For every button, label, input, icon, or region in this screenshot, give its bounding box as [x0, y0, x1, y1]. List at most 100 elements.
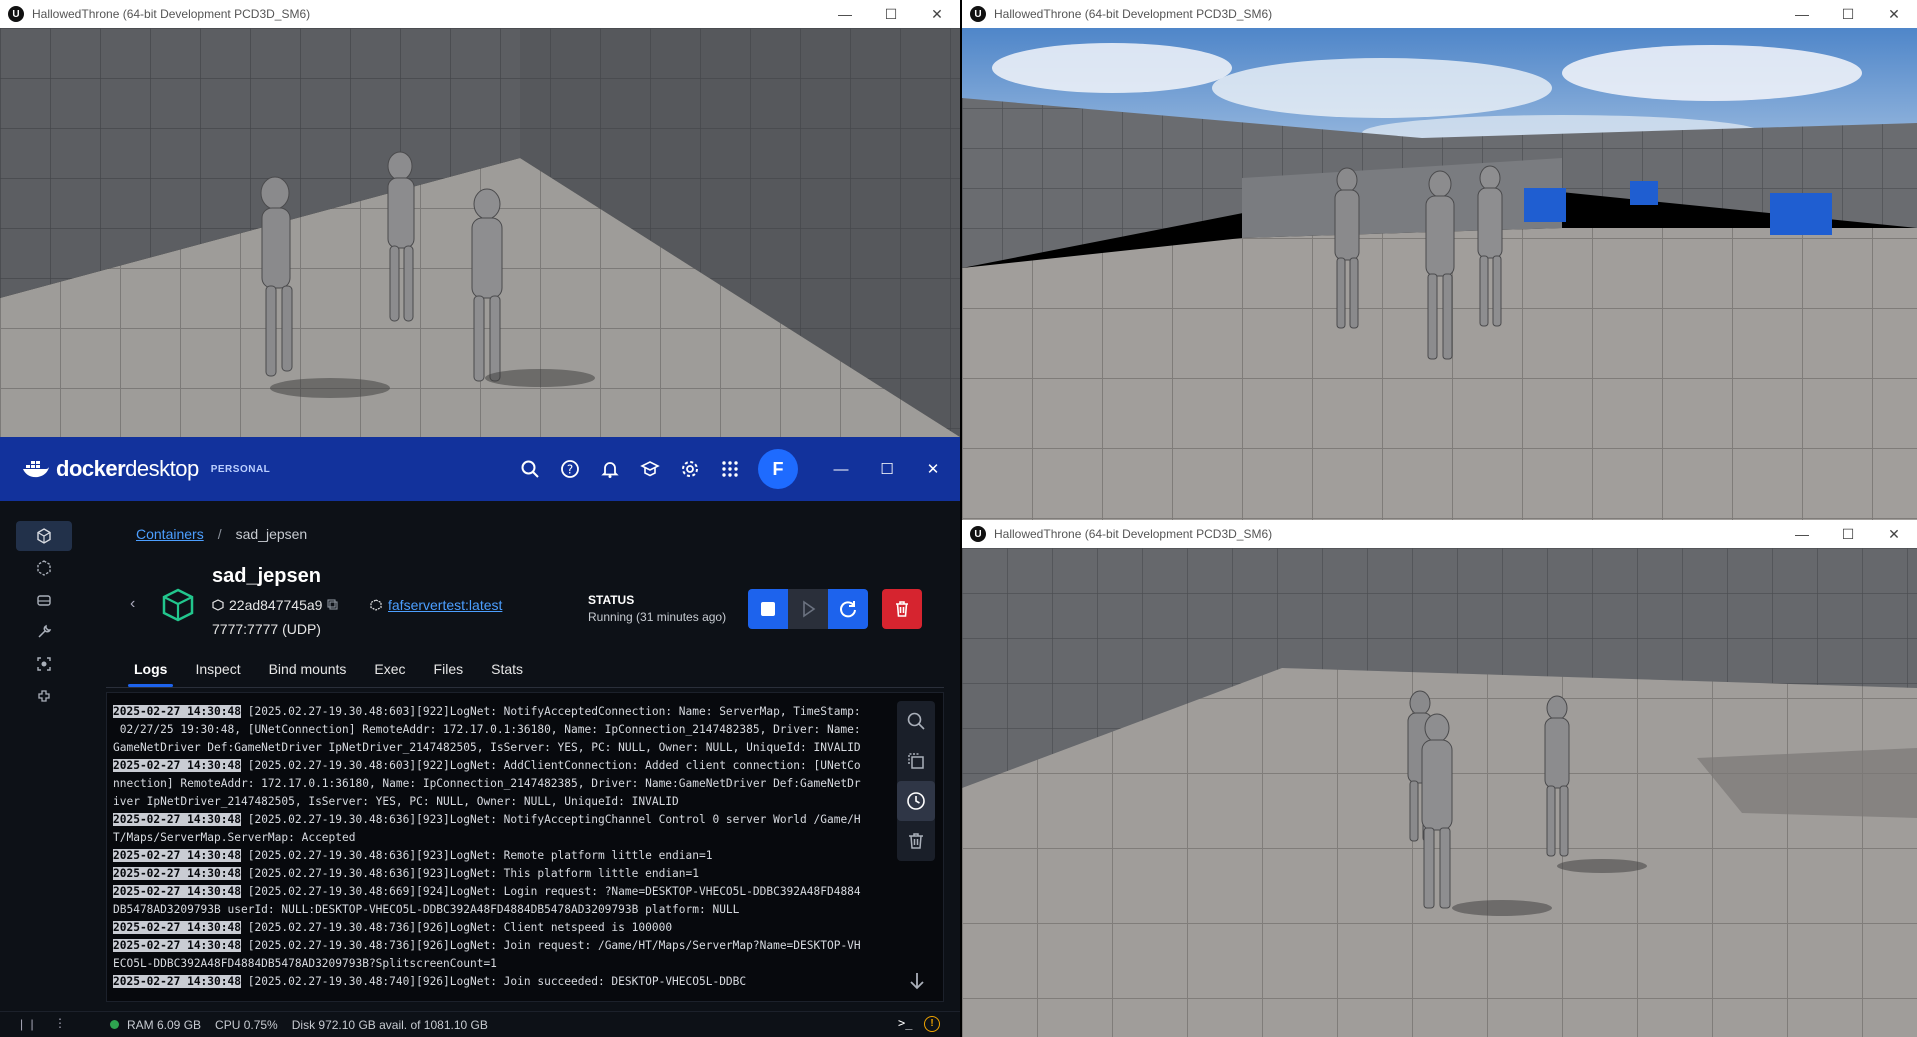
disk-usage: Disk 972.10 GB avail. of 1081.10 GB	[291, 1018, 488, 1032]
help-icon[interactable]: ?	[550, 449, 590, 489]
breadcrumb-containers-link[interactable]: Containers	[136, 526, 204, 542]
log-timestamp: 2025-02-27 14:30:48	[113, 849, 241, 862]
notification-warning-icon[interactable]: !	[924, 1016, 940, 1032]
restart-icon	[840, 601, 856, 618]
learning-center-icon[interactable]	[630, 449, 670, 489]
containers-icon	[37, 528, 51, 544]
sidebar-item-images[interactable]	[16, 553, 72, 583]
maximize-button[interactable]: ☐	[1825, 0, 1871, 28]
game-window-top-left[interactable]: U HallowedThrone (64-bit Development PCD…	[0, 0, 960, 437]
game-viewport[interactable]	[0, 28, 960, 437]
log-line: 2025-02-27 14:30:48 [2025.02.27-19.30.48…	[113, 919, 899, 937]
game-scene	[962, 28, 1917, 520]
extensions-icon	[37, 657, 51, 671]
more-options-icon[interactable]: ⋮	[54, 1016, 66, 1030]
stop-button[interactable]	[748, 589, 788, 629]
titlebar[interactable]: U HallowedThrone (64-bit Development PCD…	[962, 0, 1917, 28]
container-id: 22ad847745a9	[229, 597, 323, 613]
scroll-to-bottom-icon[interactable]	[905, 969, 929, 993]
apps-grid-icon[interactable]	[710, 449, 750, 489]
log-timestamp: 2025-02-27 14:30:48	[113, 813, 241, 826]
tab-inspect[interactable]: Inspect	[181, 655, 254, 687]
close-button[interactable]: ✕	[910, 460, 956, 478]
engine-pause-icon[interactable]: | |	[20, 1017, 36, 1031]
log-line: iver IpNetDriver_2147482505, IsServer: Y…	[113, 793, 899, 811]
tab-exec[interactable]: Exec	[360, 655, 419, 687]
close-button[interactable]: ✕	[914, 0, 960, 28]
blue-cube	[1524, 188, 1566, 222]
sidebar-item-extensions[interactable]	[16, 649, 72, 679]
window-title: HallowedThrone (64-bit Development PCD3D…	[32, 7, 311, 21]
tab-bind-mounts[interactable]: Bind mounts	[255, 655, 361, 687]
copy-logs-button[interactable]	[897, 741, 935, 781]
minimize-button[interactable]: —	[1779, 0, 1825, 28]
engine-status-dot	[110, 1020, 119, 1029]
log-output[interactable]: 2025-02-27 14:30:48 [2025.02.27-19.30.48…	[113, 703, 899, 991]
titlebar[interactable]: U HallowedThrone (64-bit Development PCD…	[0, 0, 960, 28]
sidebar-item-dev-environments[interactable]	[16, 617, 72, 647]
log-line: 2025-02-27 14:30:48 [2025.02.27-19.30.48…	[113, 883, 899, 901]
titlebar[interactable]: U HallowedThrone (64-bit Development PCD…	[962, 520, 1917, 548]
minimize-button[interactable]: —	[1779, 520, 1825, 548]
container-image: fafservertest:latest	[370, 597, 502, 613]
bell-icon[interactable]	[590, 449, 630, 489]
log-timestamp: 2025-02-27 14:30:48	[113, 975, 241, 988]
blue-cube	[1630, 181, 1658, 205]
log-message: [2025.02.27-19.30.48:669][924]LogNet: Lo…	[240, 885, 861, 898]
user-avatar[interactable]: F	[758, 449, 798, 489]
log-line: 02/27/25 19:30:48, [UNetConnection] Remo…	[113, 721, 899, 739]
game-window-top-right[interactable]: U HallowedThrone (64-bit Development PCD…	[962, 0, 1917, 520]
minimize-button[interactable]: —	[822, 0, 868, 28]
restart-button[interactable]	[828, 589, 868, 629]
tab-logs[interactable]: Logs	[120, 655, 181, 687]
copy-icon[interactable]	[327, 599, 339, 611]
maximize-button[interactable]: ☐	[868, 0, 914, 28]
log-message: [2025.02.27-19.30.48:636][923]LogNet: Re…	[240, 849, 713, 862]
container-id-row: 22ad847745a9	[212, 597, 339, 613]
terminal-icon[interactable]: >_	[898, 1016, 912, 1030]
search-icon[interactable]	[510, 449, 550, 489]
container-id-icon	[212, 599, 224, 611]
log-timestamp: 2025-02-27 14:30:48	[113, 759, 241, 772]
play-icon	[803, 600, 816, 618]
game-viewport[interactable]	[962, 548, 1917, 1037]
close-button[interactable]: ✕	[1871, 0, 1917, 28]
tab-stats[interactable]: Stats	[477, 655, 537, 687]
docker-brand-text: dockerdesktop	[56, 456, 199, 481]
tab-files[interactable]: Files	[420, 655, 478, 687]
game-viewport[interactable]	[962, 28, 1917, 520]
dev-environments-icon	[38, 624, 52, 638]
copy-icon	[908, 753, 924, 769]
delete-button[interactable]	[882, 589, 922, 629]
log-line: 2025-02-27 14:30:48 [2025.02.27-19.30.48…	[113, 937, 899, 955]
log-message: [2025.02.27-19.30.48:636][923]LogNet: Th…	[240, 867, 699, 880]
clear-logs-button[interactable]	[897, 821, 935, 861]
game-scene	[0, 28, 960, 437]
close-button[interactable]: ✕	[1871, 520, 1917, 548]
settings-icon[interactable]	[670, 449, 710, 489]
sidebar-item-containers[interactable]	[16, 521, 72, 551]
log-search-button[interactable]	[897, 701, 935, 741]
sidebar-item-volumes[interactable]	[16, 585, 72, 615]
maximize-button[interactable]: ☐	[1825, 520, 1871, 548]
timestamps-toggle[interactable]	[897, 781, 935, 821]
log-line: nnection] RemoteAddr: 172.17.0.1:36180, …	[113, 775, 899, 793]
game-window-bottom-right[interactable]: U HallowedThrone (64-bit Development PCD…	[962, 520, 1917, 1037]
minimize-button[interactable]: —	[818, 461, 864, 478]
log-panel[interactable]: 2025-02-27 14:30:48 [2025.02.27-19.30.48…	[106, 692, 944, 1002]
status-label: STATUS	[588, 593, 635, 607]
game-scene	[962, 548, 1917, 1037]
sidebar	[0, 501, 86, 1011]
image-link[interactable]: fafservertest:latest	[388, 597, 502, 613]
sidebar-item-add-extension[interactable]	[16, 681, 72, 711]
plan-badge: PERSONAL	[210, 463, 271, 475]
start-button[interactable]	[788, 589, 828, 629]
maximize-button[interactable]: ☐	[864, 460, 910, 478]
docker-desktop-window[interactable]: dockerdesktop PERSONAL ? F — ☐ ✕ Contain…	[0, 437, 960, 1037]
breadcrumb: Containers / sad_jepsen	[136, 526, 307, 542]
status-value: Running (31 minutes ago)	[588, 610, 727, 624]
log-timestamp: 2025-02-27 14:30:48	[113, 867, 241, 880]
back-chevron-icon[interactable]: ‹	[130, 595, 135, 613]
log-timestamp: 2025-02-27 14:30:48	[113, 921, 241, 934]
unreal-logo-icon: U	[8, 6, 24, 22]
